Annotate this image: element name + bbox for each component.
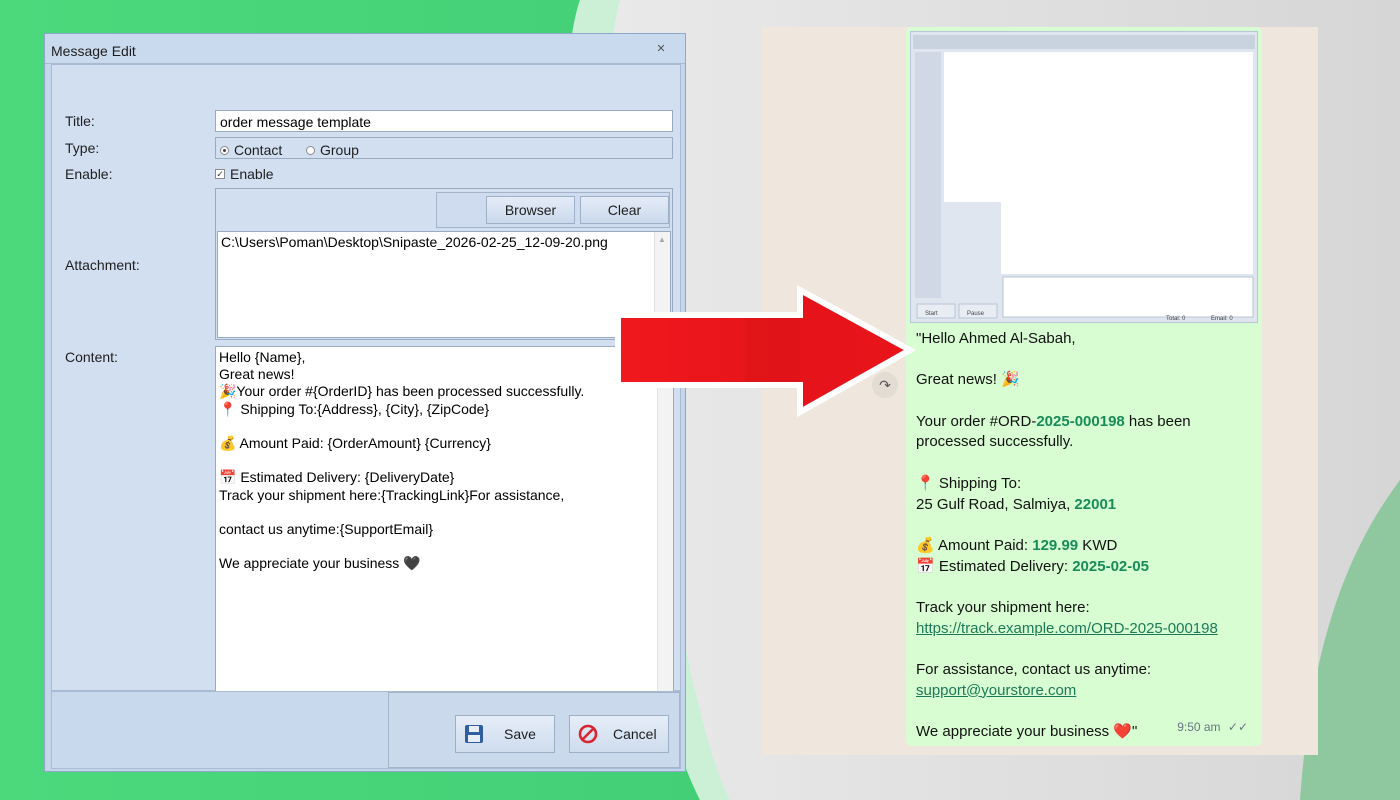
browse-button[interactable]: Browser — [486, 196, 575, 224]
title-label: Title: — [65, 113, 95, 129]
enable-label: Enable: — [65, 166, 113, 182]
content-line: 💰 Amount Paid: {OrderAmount} {Currency} — [219, 434, 491, 451]
msg-greeting: "Hello Ahmed Al-Sabah, — [916, 330, 1076, 347]
content-line: 📍 Shipping To:{Address}, {City}, {ZipCod… — [219, 400, 490, 417]
close-icon[interactable]: ✕ — [655, 43, 667, 55]
attachment-toolbar: Browser Clear — [436, 192, 670, 228]
dialog-title-bar: Message Edit ✕ — [45, 34, 685, 64]
radio-selected-icon — [220, 145, 229, 155]
content-textarea[interactable]: Hello {Name}, Great news! 🎉Your order #{… — [215, 346, 674, 706]
floppy-disk-icon — [465, 725, 483, 743]
thumb-start-label: Start — [925, 311, 938, 317]
radio-group-label: Group — [320, 142, 359, 158]
attachment-list[interactable]: C:\Users\Poman\Desktop\Snipaste_2026-02-… — [217, 231, 671, 338]
attachment-panel: Browser Clear C:\Users\Poman\Desktop\Sni… — [215, 188, 673, 340]
type-label: Type: — [65, 140, 100, 156]
order-number: 2025-000198 — [1036, 412, 1125, 430]
radio-group[interactable]: Group — [306, 142, 359, 158]
content-line — [219, 418, 670, 435]
cancel-button[interactable]: Cancel — [569, 715, 669, 753]
dialog-title: Message Edit — [51, 43, 136, 59]
chat-panel: Start Pause Total: 0 Email: 0 "Hello Ahm… — [762, 27, 1318, 755]
msg-order-line2: processed successfully. — [916, 433, 1074, 451]
content-line: contact us anytime:{SupportEmail} — [219, 520, 434, 537]
content-label: Content: — [65, 349, 118, 365]
message-bubble[interactable]: Start Pause Total: 0 Email: 0 "Hello Ahm… — [906, 27, 1262, 746]
msg-assist-label: For assistance, contact us anytime: — [916, 661, 1152, 678]
title-input[interactable]: order message template — [215, 110, 673, 132]
attachment-image-preview[interactable]: Start Pause Total: 0 Email: 0 — [910, 31, 1258, 323]
support-email-link[interactable]: support@yourstore.com — [916, 681, 1256, 702]
checkmark-icon: ✓ — [215, 169, 225, 179]
content-line: Great news! — [219, 366, 295, 383]
read-ticks-icon: ✓✓ — [1227, 720, 1248, 734]
content-line: Track your shipment here:{TrackingLink}F… — [219, 486, 565, 503]
thumb-total-label: Total: 0 — [1166, 316, 1186, 322]
msg-great-news: Great news! 🎉 — [916, 371, 1020, 389]
type-radio-group: Contact Group — [215, 137, 673, 159]
clear-button[interactable]: Clear — [580, 196, 669, 224]
msg-address: 25 Gulf Road, Salmiya, 22001 — [916, 495, 1117, 513]
content-scrollbar[interactable]: ▼ — [657, 347, 673, 705]
save-button-label: Save — [504, 726, 536, 742]
msg-track-label: Track your shipment here: — [916, 598, 1090, 616]
attachment-scrollbar[interactable]: ▲ ▼ — [654, 232, 670, 337]
dialog-footer: Save Cancel — [51, 691, 681, 769]
content-line: 📅 Estimated Delivery: {DeliveryDate} — [219, 469, 455, 486]
radio-contact[interactable]: Contact — [220, 142, 282, 158]
enable-checkbox[interactable]: ✓ Enable — [215, 166, 274, 182]
msg-shipping-label: 📍 Shipping To: — [916, 474, 1022, 492]
content-line: We appreciate your business 🖤 — [219, 555, 421, 572]
scroll-up-icon[interactable]: ▲ — [658, 235, 666, 244]
thumb-pause-label: Pause — [967, 311, 985, 317]
content-line — [219, 452, 670, 469]
enable-checkbox-label: Enable — [230, 166, 274, 182]
save-button[interactable]: Save — [455, 715, 555, 753]
delivery-date: 2025-02-05 — [1072, 557, 1149, 575]
message-timestamp: 9:50 am ✓✓ — [1177, 720, 1248, 734]
screenshot-thumbnail: Start Pause Total: 0 Email: 0 — [911, 32, 1257, 322]
cancel-button-label: Cancel — [613, 726, 657, 742]
thumb-email-label: Email: 0 — [1211, 316, 1233, 322]
zip-code: 22001 — [1074, 495, 1117, 513]
attachment-file-item[interactable]: C:\Users\Poman\Desktop\Snipaste_2026-02-… — [221, 234, 667, 250]
scroll-down-icon[interactable]: ▼ — [658, 325, 666, 334]
msg-order-line: Your order #ORD-2025-000198 has been — [916, 412, 1191, 430]
content-line: Hello {Name}, — [219, 349, 306, 365]
radio-contact-label: Contact — [234, 142, 283, 158]
tracking-link[interactable]: https://track.example.com/ORD-2025-00019… — [916, 619, 1256, 640]
content-line — [219, 538, 670, 555]
amount-value: 129.99 — [1032, 536, 1079, 554]
msg-delivery: 📅 Estimated Delivery: 2025-02-05 — [916, 557, 1149, 575]
no-entry-icon — [578, 724, 598, 744]
message-edit-dialog: Message Edit ✕ Title: Type: Enable: Atta… — [44, 33, 686, 772]
msg-amount: 💰 Amount Paid: 129.99 KWD — [916, 536, 1118, 554]
content-line: 🎉Your order #{OrderID} has been processe… — [219, 383, 585, 400]
forward-arrow-icon[interactable]: ↷ — [872, 372, 898, 398]
dialog-form: Title: Type: Enable: Attachment: Content… — [51, 64, 681, 706]
content-line — [219, 504, 670, 521]
footer-button-panel: Save Cancel — [388, 692, 680, 768]
timestamp-text: 9:50 am — [1177, 720, 1221, 734]
message-text: "Hello Ahmed Al-Sabah, Great news! 🎉 You… — [916, 329, 1256, 743]
attachment-label: Attachment: — [65, 257, 140, 273]
radio-unselected-icon — [306, 145, 315, 155]
